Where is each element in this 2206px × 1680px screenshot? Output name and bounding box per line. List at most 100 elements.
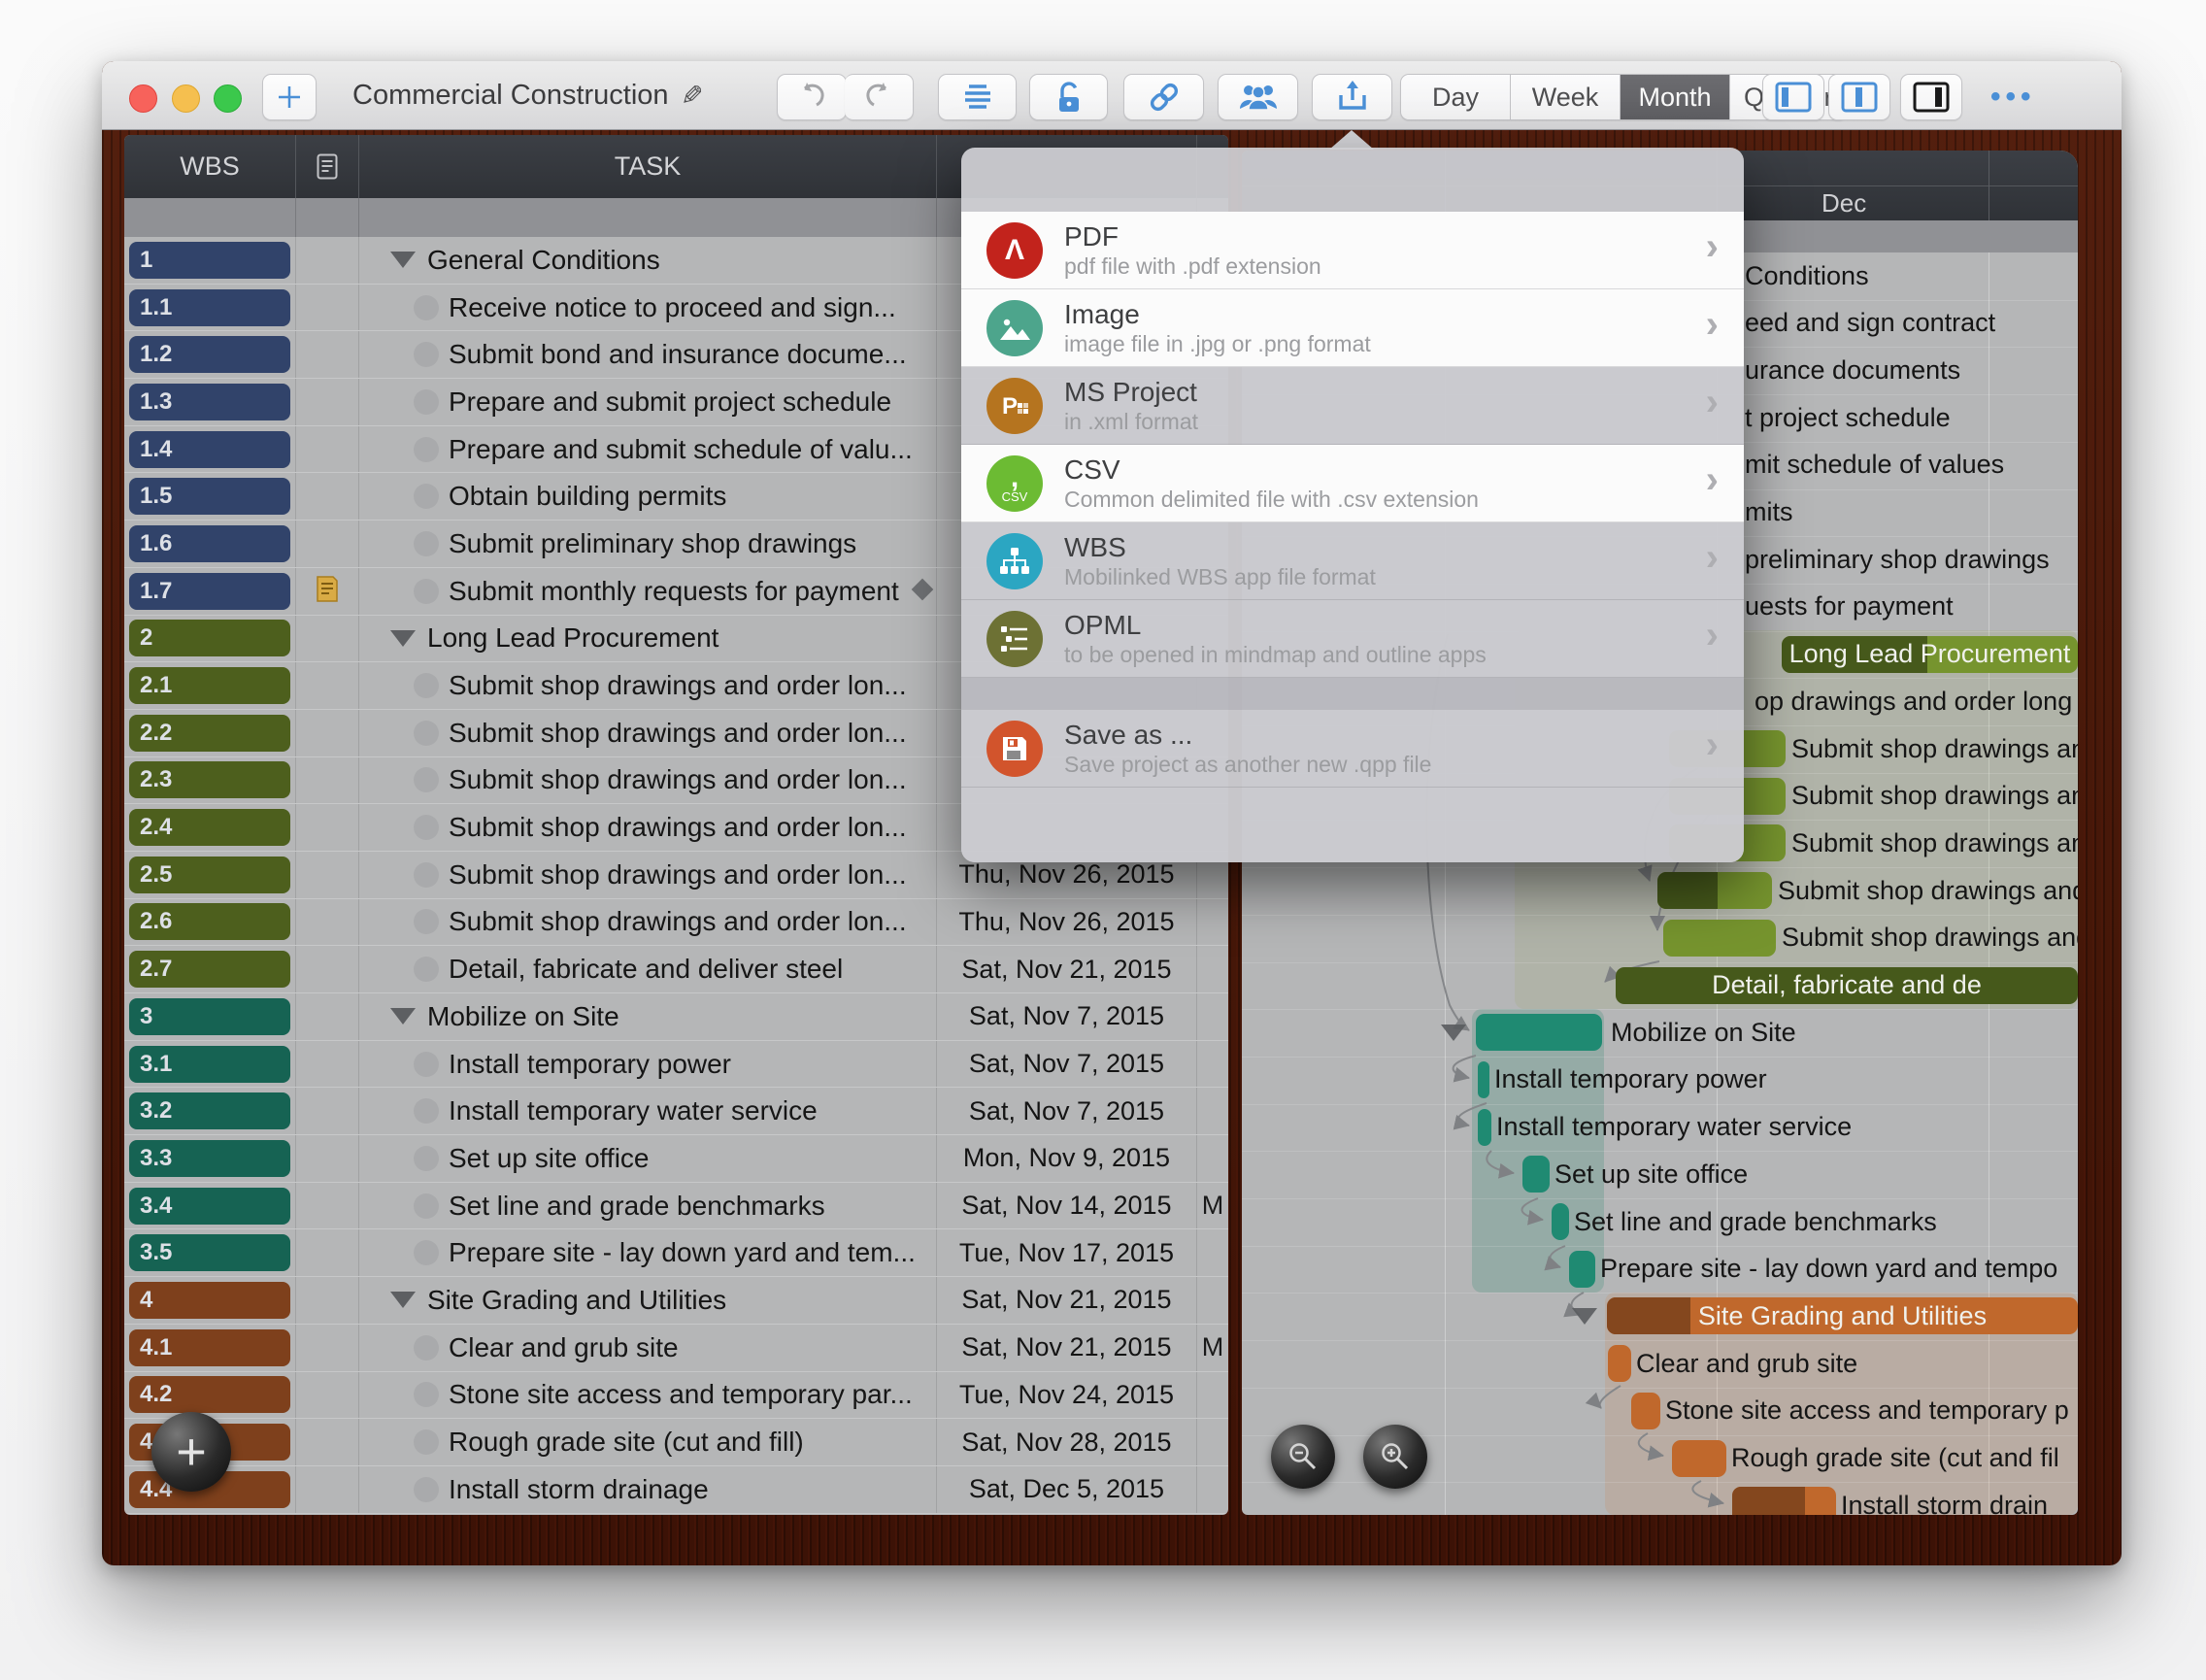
export-option-save-as[interactable]: Save as ... Save project as another new .…: [961, 710, 1744, 788]
task-label: Submit shop drawings and order lon...: [359, 718, 907, 749]
note-icon: [317, 153, 338, 180]
table-row-3[interactable]: 3 Mobilize on Site Sat, Nov 7, 2015: [124, 993, 1228, 1041]
task-label: Install temporary water service: [359, 1095, 818, 1126]
note-icon[interactable]: [316, 575, 339, 608]
end-date-cell: [1197, 899, 1228, 946]
table-row-3.4[interactable]: 3.4 Set line and grade benchmarks Sat, Nov…: [124, 1182, 1228, 1230]
layout-left-button[interactable]: [1762, 74, 1824, 120]
chevron-right-icon: ›: [1705, 458, 1719, 501]
export-option-subtitle: pdf file with .pdf extension: [1064, 253, 1321, 279]
task-cell: Set line and grade benchmarks: [359, 1182, 937, 1229]
task-status-circle: [414, 294, 439, 320]
chevron-right-icon: ›: [1705, 723, 1719, 766]
zoom-window-button[interactable]: [214, 84, 242, 113]
collapse-triangle-icon[interactable]: [390, 629, 416, 647]
export-option-wbs[interactable]: WBS Mobilinked WBS app file format ›: [961, 522, 1744, 600]
gantt-bar[interactable]: [1478, 1060, 1489, 1098]
collapse-triangle-icon[interactable]: [390, 1008, 416, 1025]
gantt-bar[interactable]: [1522, 1156, 1550, 1193]
add-task-button[interactable]: +: [151, 1412, 231, 1492]
link-button[interactable]: [1123, 74, 1204, 120]
zoom-in-button[interactable]: [1363, 1425, 1427, 1489]
start-date-cell: Mon, Nov 9, 2015: [937, 1135, 1197, 1182]
gantt-collapse-triangle-icon[interactable]: [1572, 1308, 1597, 1326]
note-column-header[interactable]: [296, 135, 359, 198]
task-cell: Mobilize on Site: [359, 993, 937, 1040]
popover-arrow: [1329, 130, 1374, 150]
wbs-badge: 2.1: [129, 667, 290, 705]
gantt-bar[interactable]: [1657, 872, 1772, 910]
table-row-3.2[interactable]: 3.2 Install temporary water service Sat, N…: [124, 1088, 1228, 1136]
add-button[interactable]: [262, 74, 317, 120]
export-option-opml[interactable]: OPML to be opened in mindmap and outline …: [961, 600, 1744, 678]
lock-button[interactable]: [1029, 74, 1108, 120]
table-row-4.4[interactable]: 4.4 Install storm drainage Sat, Dec 5, 201…: [124, 1465, 1228, 1514]
zoom-out-button[interactable]: [1271, 1425, 1335, 1489]
undo-button[interactable]: [777, 74, 847, 120]
table-row-4.1[interactable]: 4.1 Clear and grub site Sat, Nov 21, 2015 M: [124, 1324, 1228, 1372]
wbs-badge: 4.2: [129, 1376, 290, 1414]
table-row-4.2[interactable]: 4.2 Stone site access and temporary par..…: [124, 1371, 1228, 1420]
table-row-2.7[interactable]: 2.7 Detail, fabricate and deliver steel Sa…: [124, 946, 1228, 993]
gantt-bar[interactable]: [1476, 1014, 1602, 1052]
end-date-cell: [1197, 1419, 1228, 1465]
gantt-bar[interactable]: [1608, 1345, 1631, 1383]
export-option-pdf[interactable]: Λ PDF pdf file with .pdf extension ›: [961, 212, 1744, 289]
task-cell: Rough grade site (cut and fill): [359, 1419, 937, 1465]
export-option-ms-project[interactable]: P MS Project in .xml format ›: [961, 367, 1744, 445]
export-option-image[interactable]: Image image file in .jpg or .png format ›: [961, 289, 1744, 367]
gantt-bar-label: Stone site access and temporary p: [1665, 1395, 2069, 1426]
gantt-collapse-triangle-icon[interactable]: [1441, 1025, 1466, 1042]
zoom-out-icon: [1289, 1443, 1317, 1470]
center-pane-icon: [1841, 82, 1878, 113]
task-column-header[interactable]: TASK: [359, 135, 937, 198]
edit-title-icon[interactable]: ✎: [681, 80, 703, 112]
gantt-bar[interactable]: [1672, 1439, 1726, 1477]
view-option-day[interactable]: Day: [1401, 75, 1511, 119]
table-row-4.3[interactable]: 4.3Rough grade site (cut and fill)Sat, N…: [124, 1419, 1228, 1466]
start-date-cell: Sat, Nov 21, 2015: [937, 1277, 1197, 1324]
export-popover: Λ PDF pdf file with .pdf extension › Image im…: [961, 148, 1744, 862]
table-row-3.3[interactable]: 3.3 Set up site office Mon, Nov 9, 2015: [124, 1135, 1228, 1183]
table-row-4[interactable]: 4 Site Grading and Utilities Sat, Nov 21, …: [124, 1277, 1228, 1325]
gantt-bar-label: Mobilize on Site: [1611, 1017, 1796, 1047]
export-button[interactable]: [1312, 74, 1392, 120]
table-row-3.5[interactable]: 3.5 Prepare site - lay down yard and tem.…: [124, 1229, 1228, 1278]
task-label: Obtain building permits: [359, 481, 726, 512]
note-cell: [296, 993, 359, 1040]
gantt-bar-label: op drawings and order long le: [1755, 686, 2078, 716]
chevron-right-icon: ›: [1705, 225, 1719, 268]
layout-split-button[interactable]: [1828, 74, 1890, 120]
export-option-subtitle: Common delimited file with .csv extensio…: [1064, 487, 1479, 512]
collapse-triangle-icon[interactable]: [390, 252, 416, 269]
gantt-bar[interactable]: [1663, 919, 1776, 957]
redo-button[interactable]: [845, 74, 914, 120]
note-cell: [296, 521, 359, 567]
task-label: Submit bond and insurance docume...: [359, 339, 907, 370]
export-option-csv[interactable]: , CSV CSV Common delimited file with .csv e…: [961, 445, 1744, 522]
gantt-bar[interactable]: [1732, 1487, 1836, 1515]
task-cell: Submit shop drawings and order lon...: [359, 851, 937, 898]
gantt-bar[interactable]: [1552, 1203, 1569, 1240]
start-date-cell: Sat, Nov 21, 2015: [937, 1324, 1197, 1371]
layout-right-button[interactable]: [1900, 74, 1962, 120]
wbs-column-header[interactable]: WBS: [124, 135, 296, 198]
team-button[interactable]: [1218, 74, 1298, 120]
view-option-week[interactable]: Week: [1511, 75, 1621, 119]
gantt-bar[interactable]: [1631, 1392, 1660, 1429]
start-date-cell: Sat, Nov 21, 2015: [937, 946, 1197, 992]
task-cell: Submit preliminary shop drawings: [359, 521, 937, 567]
collapse-triangle-icon[interactable]: [390, 1292, 416, 1309]
outline-button[interactable]: [938, 74, 1017, 120]
task-status-circle: [414, 1145, 439, 1171]
table-row-3.1[interactable]: 3.1 Install temporary power Sat, Nov 7, 20…: [124, 1040, 1228, 1089]
close-window-button[interactable]: [129, 84, 157, 113]
minimize-window-button[interactable]: [172, 84, 200, 113]
table-row-2.6[interactable]: 2.6 Submit shop drawings and order lon...…: [124, 898, 1228, 947]
more-button[interactable]: •••: [1990, 81, 2036, 114]
gantt-bar[interactable]: [1478, 1108, 1491, 1146]
undo-icon: [795, 81, 828, 114]
wbs-badge: 2.4: [129, 809, 290, 847]
view-option-month[interactable]: Month: [1621, 75, 1730, 119]
gantt-bar[interactable]: [1569, 1250, 1595, 1288]
